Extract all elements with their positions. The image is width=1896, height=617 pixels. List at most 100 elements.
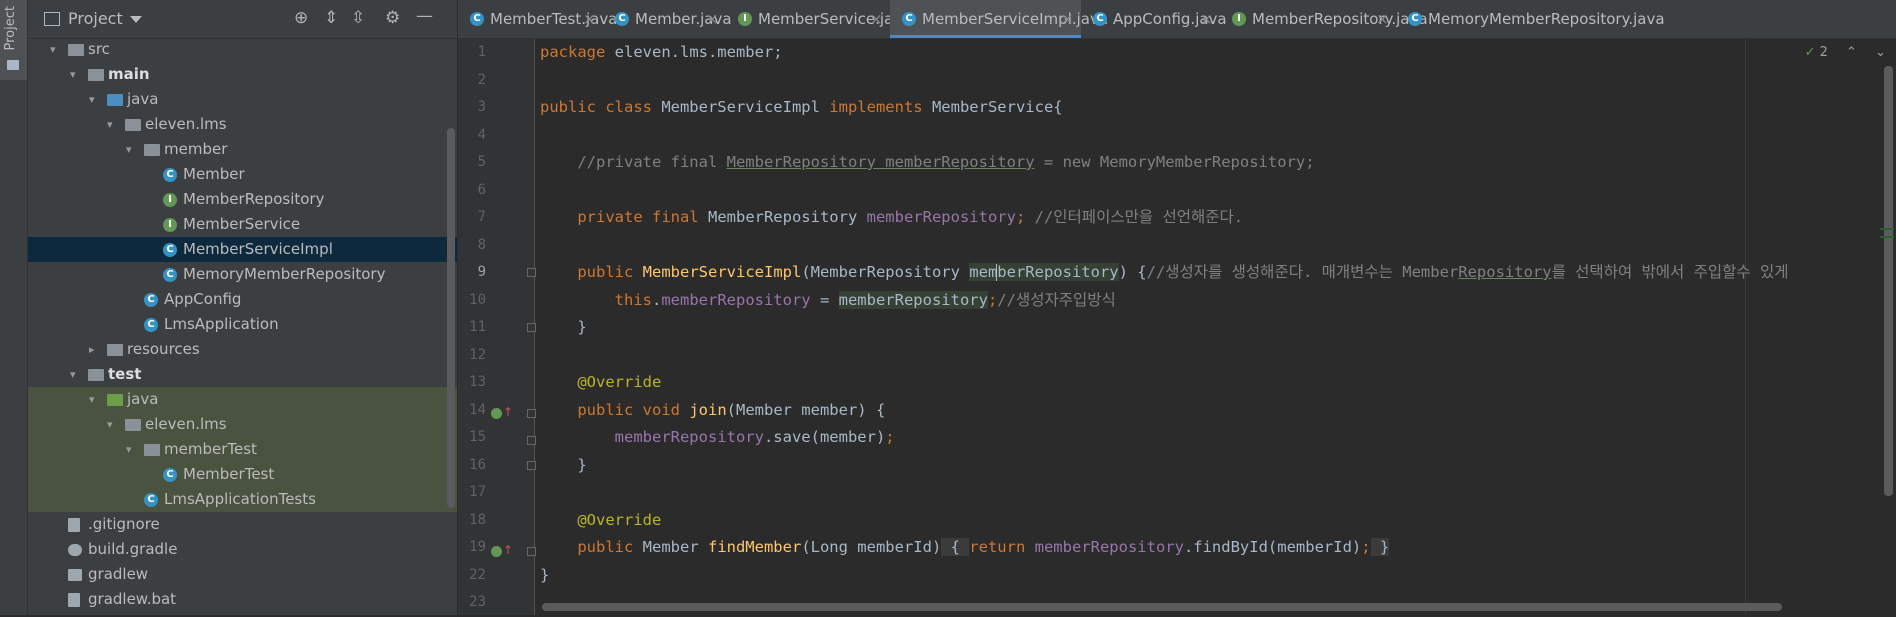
tree-item[interactable]: ▾ src [28, 37, 457, 62]
tree-item-label: MemberRepository [183, 190, 325, 208]
chevron-down-icon[interactable]: ▾ [126, 137, 132, 162]
tree-item[interactable]: C MemberServiceImpl [28, 237, 457, 262]
line-number: 6 [477, 181, 486, 198]
editor-tab[interactable]: C MemberServiceImpl.java × [890, 0, 1108, 38]
chevron-down-icon[interactable]: ▾ [50, 37, 56, 62]
tree-item[interactable]: gradlew.bat [28, 587, 457, 612]
tree-item-label: resources [127, 340, 200, 358]
tree-item[interactable]: ▾ eleven.lms [28, 112, 457, 137]
tree-item[interactable]: ▾ java [28, 387, 457, 412]
tree-item[interactable]: .gitignore [28, 512, 457, 537]
chevron-down-icon[interactable]: ▾ [107, 112, 113, 137]
spring-class-icon: C [144, 318, 158, 332]
project-panel-title[interactable]: Project [68, 9, 123, 28]
tree-item[interactable]: C MemberTest [28, 462, 457, 487]
fold-marker-icon[interactable] [527, 268, 536, 277]
editor-tab[interactable]: I MemberService.java × [726, 0, 911, 38]
editor-tab[interactable]: C MemberTest.java × [458, 0, 617, 38]
code-line-9: public MemberServiceImpl(MemberRepositor… [577, 263, 1789, 281]
editor-tab[interactable]: I MemberRepository.java × [1220, 0, 1428, 38]
code-line-16: } [577, 455, 587, 474]
close-icon[interactable]: × [1376, 0, 1389, 38]
tree-item[interactable]: C MemoryMemberRepository [28, 262, 457, 287]
editor-vertical-scrollbar[interactable] [1884, 66, 1893, 496]
code-line-1: package eleven.lms.member; [540, 43, 783, 61]
line-number: 9 [477, 264, 486, 280]
chevron-right-icon[interactable]: ▸ [89, 337, 95, 362]
chevron-up-icon[interactable]: ⌃ [1846, 45, 1857, 60]
tree-item[interactable]: C Member [28, 162, 457, 187]
line-number: 17 [469, 484, 486, 500]
tree-item[interactable]: ▾ java [28, 87, 457, 112]
editor-tab[interactable]: C MemoryMemberRepository.java [1396, 0, 1666, 38]
gradle-icon [68, 544, 82, 556]
class-icon: C [163, 168, 177, 182]
close-icon[interactable]: × [1200, 0, 1213, 38]
collapse-all-icon[interactable]: ⇳ [351, 8, 365, 28]
tree-item[interactable]: ▸ resources [28, 337, 457, 362]
tree-item[interactable]: ▾ main [28, 62, 457, 87]
expand-all-icon[interactable]: ⇕ [324, 8, 338, 28]
tree-item[interactable]: ▾ memberTest [28, 437, 457, 462]
close-icon[interactable]: × [583, 0, 596, 38]
tree-item[interactable]: gradlew [28, 562, 457, 587]
tree-item-label: member [164, 140, 228, 158]
tree-item-label: java [127, 90, 159, 108]
code-line-18: @Override [577, 510, 662, 529]
fold-marker-icon[interactable] [527, 547, 536, 556]
editor-horizontal-scrollbar[interactable] [542, 603, 1782, 611]
tree-item-label: MemberTest [183, 465, 275, 483]
tree-item-label: memberTest [164, 440, 257, 458]
line-number: 8 [477, 236, 486, 253]
chevron-down-icon[interactable]: ⌄ [1875, 45, 1886, 60]
implements-method-icon[interactable] [491, 408, 502, 419]
project-tool-tab[interactable]: Project [0, 0, 27, 80]
chevron-down-icon[interactable] [130, 16, 142, 23]
chevron-down-icon[interactable]: ▾ [70, 362, 76, 387]
line-number: 14 [469, 401, 486, 418]
tree-item[interactable]: build.gradle [28, 537, 457, 562]
minimize-icon[interactable]: — [416, 6, 433, 26]
class-icon: C [144, 293, 158, 307]
tree-item[interactable]: C AppConfig [28, 287, 457, 312]
test-class-icon: C [163, 468, 177, 482]
chevron-down-icon[interactable]: ▾ [126, 437, 132, 462]
editor-tab[interactable]: C Member.java × [603, 0, 732, 38]
editor-tab[interactable]: C AppConfig.java × [1081, 0, 1227, 38]
close-icon[interactable]: × [1061, 0, 1074, 38]
fold-marker-icon[interactable] [527, 323, 536, 332]
editor-tab-label: MemoryMemberRepository.java [1428, 10, 1665, 28]
project-panel: Project ⊕ ⇕ ⇳ ⚙ — ▾ src ▾ main ▾ java ▾ eleven.… [28, 0, 457, 615]
fold-marker-icon[interactable] [527, 409, 536, 418]
fold-marker-icon[interactable] [527, 461, 536, 470]
tree-item[interactable]: I MemberRepository [28, 187, 457, 212]
close-icon[interactable]: × [706, 0, 719, 38]
tree-item[interactable]: C LmsApplication [28, 312, 457, 337]
code-area[interactable]: package eleven.lms.member; public class … [540, 39, 1840, 584]
implements-method-icon[interactable] [491, 546, 502, 557]
code-line-3: public class MemberServiceImpl implement… [540, 98, 1063, 116]
tree-item-label: test [108, 365, 142, 383]
chevron-down-icon[interactable]: ▾ [107, 412, 113, 437]
tree-item[interactable]: ▾ test [28, 362, 457, 387]
tree-item[interactable]: I MemberService [28, 212, 457, 237]
tree-item[interactable]: ▾ eleven.lms [28, 412, 457, 437]
gear-icon[interactable]: ⚙ [385, 8, 400, 28]
line-number: 22 [469, 566, 486, 583]
tree-item[interactable]: C LmsApplicationTests [28, 487, 457, 512]
chevron-down-icon[interactable]: ▾ [89, 387, 95, 412]
fold-marker-icon[interactable] [527, 436, 536, 445]
interface-icon: I [1232, 12, 1246, 26]
tree-item[interactable]: ▾ member [28, 137, 457, 162]
package-icon [144, 444, 160, 456]
tree-scrollbar[interactable] [447, 128, 455, 508]
close-icon[interactable]: × [870, 0, 883, 38]
project-tool-label: Project [3, 6, 18, 51]
locate-icon[interactable]: ⊕ [294, 8, 308, 28]
code-line-13: @Override [577, 373, 662, 391]
chevron-down-icon[interactable]: ▾ [70, 62, 76, 87]
chevron-down-icon[interactable]: ▾ [89, 87, 95, 112]
code-line-10: this.memberRepository = memberRepository… [614, 290, 1116, 309]
line-number: 15 [469, 429, 486, 445]
file-icon [68, 593, 80, 607]
